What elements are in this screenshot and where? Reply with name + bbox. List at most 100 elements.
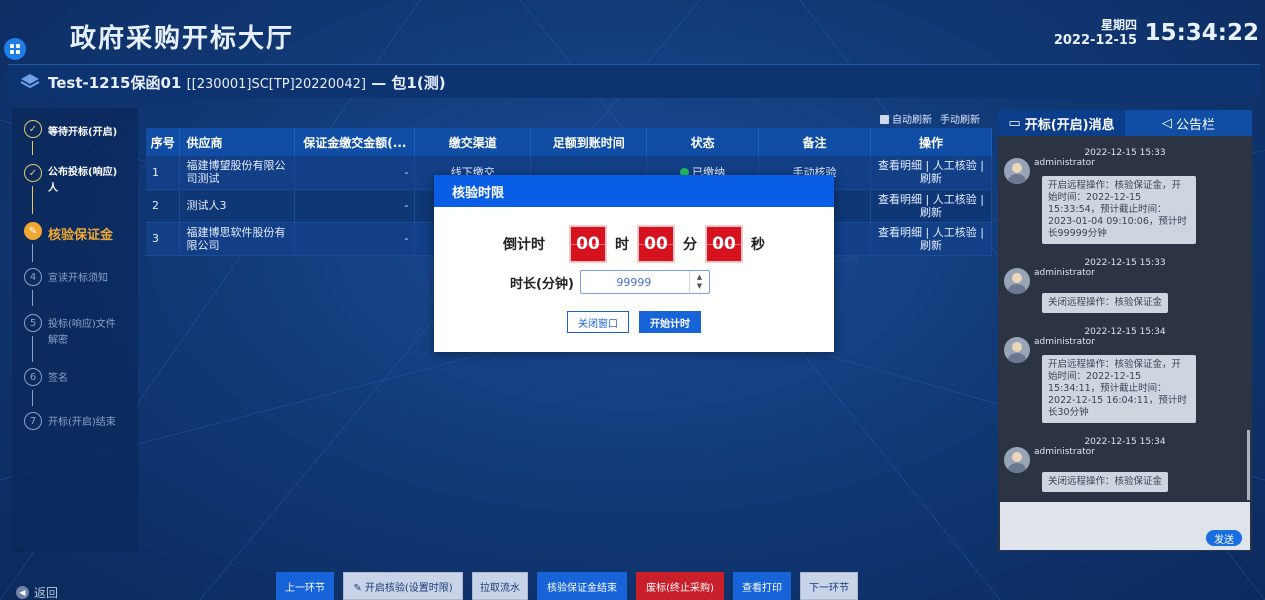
tab-label: 公告栏	[1175, 117, 1215, 133]
close-dialog-button[interactable]: 关闭窗口	[567, 311, 629, 333]
cell-ops[interactable]: 查看明细 | 人工核验 | 刷新	[870, 156, 992, 190]
grid-menu-icon[interactable]	[4, 38, 26, 60]
weekday: 星期四	[1100, 18, 1137, 32]
header: 政府采购开标大厅 星期四 2022-12-15 15:34:22	[0, 0, 1265, 62]
step-label: 核验保证金	[48, 228, 114, 243]
message-item: administrator	[998, 337, 1252, 363]
auto-refresh-label: 自动刷新	[892, 115, 932, 126]
auto-refresh-toggle[interactable]: 自动刷新	[880, 111, 932, 126]
message-time: 2022-12-15 15:34	[1084, 437, 1166, 447]
step-connector	[32, 244, 33, 262]
project-name: Test-1215保函01	[48, 74, 182, 92]
cell-supplier: 福建博望股份有限公司测试	[179, 156, 296, 190]
col-header[interactable]: 备注	[758, 128, 872, 156]
countdown-seconds: 00	[705, 225, 743, 263]
layers-icon	[20, 74, 40, 89]
edit-icon: ✎	[24, 222, 42, 240]
message-tabs: ▭ 开标(开启)消息 ◁ 公告栏	[998, 110, 1252, 136]
cell-no: 1	[146, 156, 181, 190]
cell-ops[interactable]: 查看明细 | 人工核验 | 刷新	[870, 222, 992, 256]
tab-messages[interactable]: ▭ 开标(开启)消息	[998, 110, 1125, 136]
cell-amount: -	[294, 156, 416, 190]
seconds-unit: 秒	[751, 237, 765, 253]
verify-end-button[interactable]: 核验保证金结束	[537, 572, 627, 600]
checkbox-icon	[880, 115, 889, 124]
project-title: Test-1215保函01 [[230001]SC[TP]20220042] —…	[48, 72, 446, 93]
col-header[interactable]: 操作	[870, 128, 992, 156]
check-icon: ✓	[24, 120, 42, 138]
duration-input[interactable]: 99999 ▲ ▼	[579, 270, 710, 294]
open-verify-button[interactable]: ✎ 开启核验(设置时限)	[343, 572, 463, 600]
message-user: administrator	[1034, 268, 1095, 278]
col-header[interactable]: 状态	[646, 128, 760, 156]
project-bar: Test-1215保函01 [[230001]SC[TP]20220042] —…	[8, 64, 1260, 98]
message-scrollbar[interactable]	[1247, 430, 1250, 500]
prev-step-button[interactable]: 上一环节	[276, 572, 334, 600]
step-label: 投标(响应)文件解密	[48, 319, 116, 346]
cell-no: 2	[146, 189, 181, 223]
step-4[interactable]: 4 宣读开标须知	[24, 268, 108, 287]
chevron-down-icon[interactable]: ▼	[697, 282, 702, 291]
message-bubble: 开启远程操作：核验保证金，开始时间：2022-12-15 15:33:54，预计…	[1042, 176, 1196, 244]
step-connector	[32, 290, 33, 306]
step-7[interactable]: 7 开标(开启)结束	[24, 412, 116, 431]
back-button[interactable]: ◀ 返回	[16, 584, 58, 600]
manual-refresh-button[interactable]: 手动刷新	[940, 111, 980, 126]
message-user: administrator	[1034, 447, 1095, 457]
duration-stepper[interactable]: ▲ ▼	[688, 271, 709, 293]
col-header[interactable]: 缴交渠道	[414, 128, 532, 156]
cell-amount: -	[294, 222, 416, 256]
message-time: 2022-12-15 15:33	[1084, 258, 1166, 268]
chevron-up-icon[interactable]: ▲	[697, 273, 702, 282]
back-label: 返回	[34, 586, 59, 600]
step-label: 宣读开标须知	[48, 273, 108, 284]
avatar	[1004, 158, 1030, 184]
col-header[interactable]: 供应商	[179, 128, 296, 156]
message-bubble: 开启远程操作：核验保证金，开始时间：2022-12-15 15:34:11，预计…	[1042, 355, 1196, 423]
start-timer-button[interactable]: 开始计时	[639, 311, 701, 333]
message-item: administrator	[998, 447, 1252, 473]
send-button[interactable]: 发送	[1206, 530, 1242, 546]
footer: ◀ 返回	[0, 568, 1265, 600]
step-3[interactable]: ✎ 核验保证金	[24, 222, 113, 243]
duration-row: 时长(分钟) 99999 ▲ ▼	[510, 270, 710, 294]
date: 2022-12-15	[1053, 33, 1137, 48]
tab-bulletin[interactable]: ◁ 公告栏	[1125, 110, 1252, 136]
hours-unit: 时	[615, 237, 629, 253]
col-header[interactable]: 足额到账时间	[530, 128, 648, 156]
step-connector	[32, 336, 33, 362]
step-6[interactable]: 6 签名	[24, 368, 68, 387]
message-input[interactable]: 发送	[1000, 502, 1250, 550]
message-icon: ▭	[1008, 115, 1021, 131]
avatar	[1004, 268, 1030, 294]
check-icon: ✓	[24, 164, 42, 182]
fetch-flow-button[interactable]: 拉取流水	[472, 572, 528, 600]
speaker-icon: ◁	[1161, 115, 1172, 131]
message-panel: ▭ 开标(开启)消息 ◁ 公告栏 2022-12-15 15:33 administ…	[998, 110, 1252, 551]
step-label: 公布投标(响应)人	[48, 167, 118, 194]
col-header[interactable]: 序号	[146, 128, 181, 156]
message-bubble: 关闭远程操作：核验保证金	[1042, 293, 1169, 313]
message-bubble: 关闭远程操作：核验保证金	[1042, 472, 1169, 492]
dialog-buttons: 关闭窗口 开始计时	[434, 311, 834, 333]
step-connector	[32, 186, 33, 214]
verify-time-dialog: 核验时限 倒计时 00 时 00 分 00 秒 时长(分钟) 99999 ▲ ▼…	[434, 175, 834, 352]
cell-ops[interactable]: 查看明细 | 人工核验 | 刷新	[870, 189, 992, 223]
dialog-title: 核验时限	[434, 175, 834, 207]
step-2[interactable]: ✓ 公布投标(响应)人	[24, 164, 122, 197]
minutes-unit: 分	[683, 237, 697, 253]
next-step-button[interactable]: 下一环节	[800, 572, 858, 600]
step-number: 7	[24, 412, 42, 430]
view-print-button[interactable]: 查看打印	[733, 572, 791, 600]
clock: 15:34:22	[1144, 20, 1259, 46]
step-5[interactable]: 5 投标(响应)文件解密	[24, 314, 124, 349]
step-1[interactable]: ✓ 等待开标(开启)	[24, 120, 117, 138]
message-list[interactable]: 2022-12-15 15:33 administrator 开启远程操作：核验…	[998, 140, 1252, 502]
col-header[interactable]: 保证金缴交金额(...	[294, 128, 416, 156]
abort-button[interactable]: 废标(终止采购)	[636, 572, 724, 600]
step-label: 等待开标(开启)	[48, 127, 118, 138]
cell-amount: -	[294, 189, 416, 223]
message-item: administrator	[998, 268, 1252, 294]
countdown-hours: 00	[569, 225, 607, 263]
step-panel: ✓ 等待开标(开启) ✓ 公布投标(响应)人 ✎ 核验保证金 4 宣读开标须知 …	[12, 108, 138, 552]
